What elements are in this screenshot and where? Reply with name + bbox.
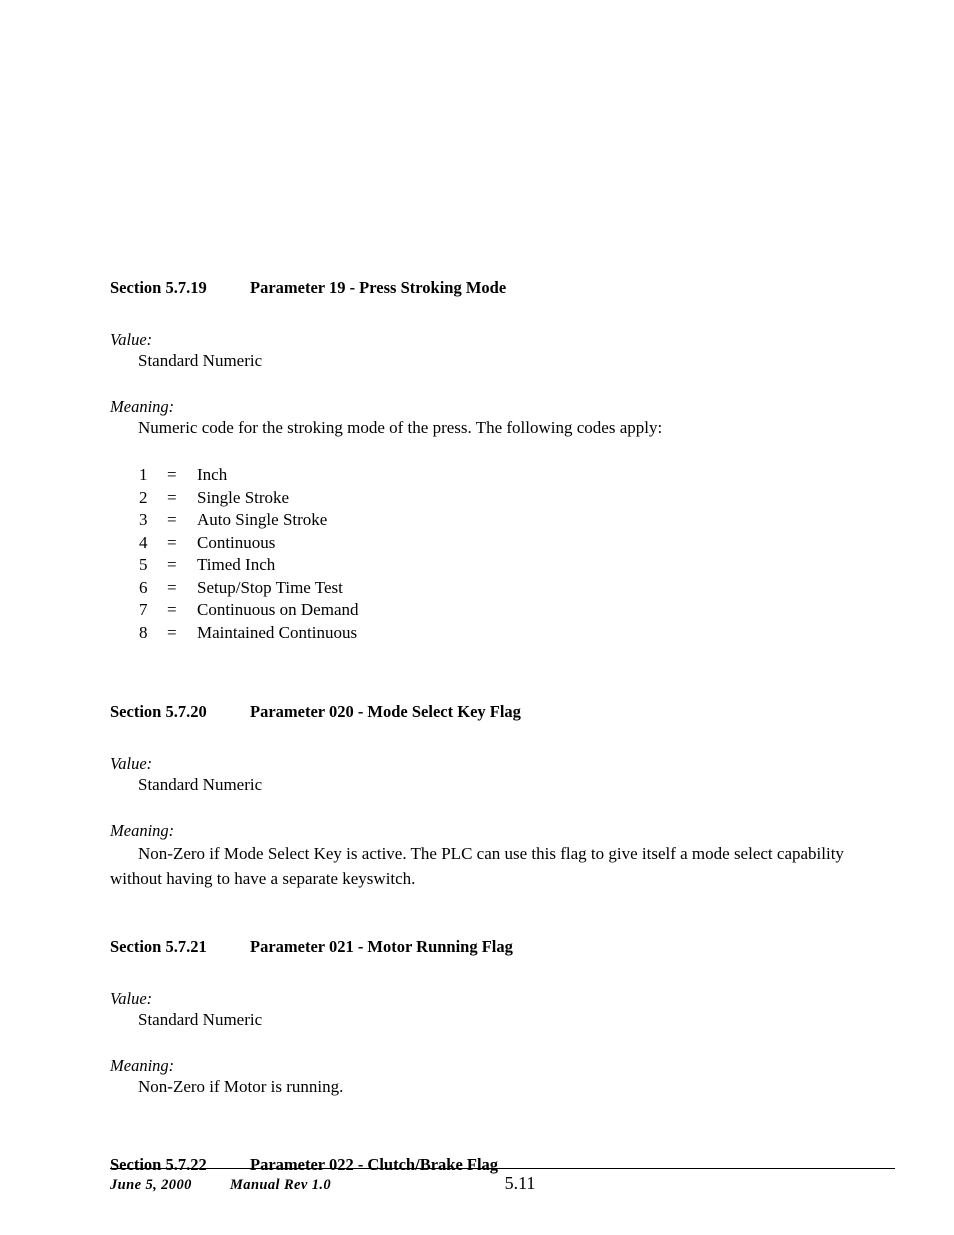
footer-revision: Manual Rev 1.0 xyxy=(230,1177,332,1193)
section-5-7-21: Section 5.7.21 Parameter 021 - Motor Runn… xyxy=(110,937,846,1097)
code-equals: = xyxy=(167,555,177,574)
code-equals: = xyxy=(167,600,177,619)
section-number: Section 5.7.21 xyxy=(110,937,207,956)
meaning-text: Numeric code for the stroking mode of th… xyxy=(138,418,663,437)
code-label: Setup/Stop Time Test xyxy=(197,577,343,597)
footer-date: June 5, 2000 xyxy=(110,1177,192,1193)
code-label: Maintained Continuous xyxy=(197,622,358,642)
code-number: 1 xyxy=(139,465,148,484)
value-label: Value: xyxy=(110,989,153,1008)
meaning-text: Non-Zero if Mode Select Key is active. T… xyxy=(110,844,844,888)
list-item: 1 = Inch xyxy=(110,464,846,487)
code-number: 3 xyxy=(139,510,148,529)
code-number: 2 xyxy=(139,487,148,507)
code-label: Timed Inch xyxy=(197,555,276,574)
list-item: 7 = Continuous on Demand xyxy=(110,599,846,622)
code-number: 4 xyxy=(139,532,148,552)
document-page: Section 5.7.19 Parameter 19 - Press Strok… xyxy=(0,0,954,1235)
section-heading: Section 5.7.19 Parameter 19 - Press Strok… xyxy=(110,278,846,298)
code-number: 5 xyxy=(139,555,148,574)
code-label: Continuous on Demand xyxy=(197,600,359,619)
meaning-text: Non-Zero if Motor is running. xyxy=(138,1077,344,1096)
page-footer: June 5, 2000 Manual Rev 1.0 5.11 xyxy=(110,1168,895,1201)
code-label: Inch xyxy=(197,465,228,484)
code-number: 6 xyxy=(139,577,148,597)
list-item: 4 = Continuous xyxy=(110,532,846,555)
section-5-7-20: Section 5.7.20 Parameter 020 - Mode Selec… xyxy=(110,702,846,891)
code-label: Auto Single Stroke xyxy=(197,510,328,529)
meaning-label: Meaning: xyxy=(110,1056,175,1075)
section-5-7-19: Section 5.7.19 Parameter 19 - Press Strok… xyxy=(110,278,846,644)
section-title: Parameter 19 - Press Stroking Mode xyxy=(250,278,507,297)
section-title: Parameter 020 - Mode Select Key Flag xyxy=(250,702,521,721)
code-number: 8 xyxy=(139,622,148,642)
list-item: 6 = Setup/Stop Time Test xyxy=(110,577,846,600)
value-label: Value: xyxy=(110,330,153,349)
list-item: 3 = Auto Single Stroke xyxy=(110,509,846,532)
code-number: 7 xyxy=(139,600,148,619)
stroking-mode-code-list: 1 = Inch 2 = Single Stroke 3 = Auto Single Str… xyxy=(110,464,846,644)
meaning-label: Meaning: xyxy=(110,821,175,840)
list-item: 8 = Maintained Continuous xyxy=(110,622,846,645)
section-heading: Section 5.7.21 Parameter 021 - Motor Runn… xyxy=(110,937,846,957)
list-item: 5 = Timed Inch xyxy=(110,554,846,577)
value-text: Standard Numeric xyxy=(138,775,263,794)
meaning-label: Meaning: xyxy=(110,397,175,416)
list-item: 2 = Single Stroke xyxy=(110,487,846,510)
code-equals: = xyxy=(167,510,177,529)
page-number: 5.11 xyxy=(504,1173,536,1193)
code-equals: = xyxy=(167,465,177,484)
code-label: Continuous xyxy=(197,532,276,552)
value-text: Standard Numeric xyxy=(138,351,263,370)
page-content: Section 5.7.19 Parameter 19 - Press Strok… xyxy=(110,278,846,1175)
section-number: Section 5.7.19 xyxy=(110,278,207,297)
section-title: Parameter 021 - Motor Running Flag xyxy=(250,937,513,956)
code-equals: = xyxy=(167,532,177,552)
code-equals: = xyxy=(167,622,177,642)
section-heading: Section 5.7.20 Parameter 020 - Mode Selec… xyxy=(110,702,846,722)
section-number: Section 5.7.20 xyxy=(110,702,207,721)
code-equals: = xyxy=(167,577,177,597)
footer-row: June 5, 2000 Manual Rev 1.0 5.11 xyxy=(110,1173,895,1201)
footer-divider xyxy=(110,1168,895,1169)
code-label: Single Stroke xyxy=(197,487,290,507)
code-equals: = xyxy=(167,487,177,507)
value-text: Standard Numeric xyxy=(138,1010,263,1029)
value-label: Value: xyxy=(110,754,153,773)
